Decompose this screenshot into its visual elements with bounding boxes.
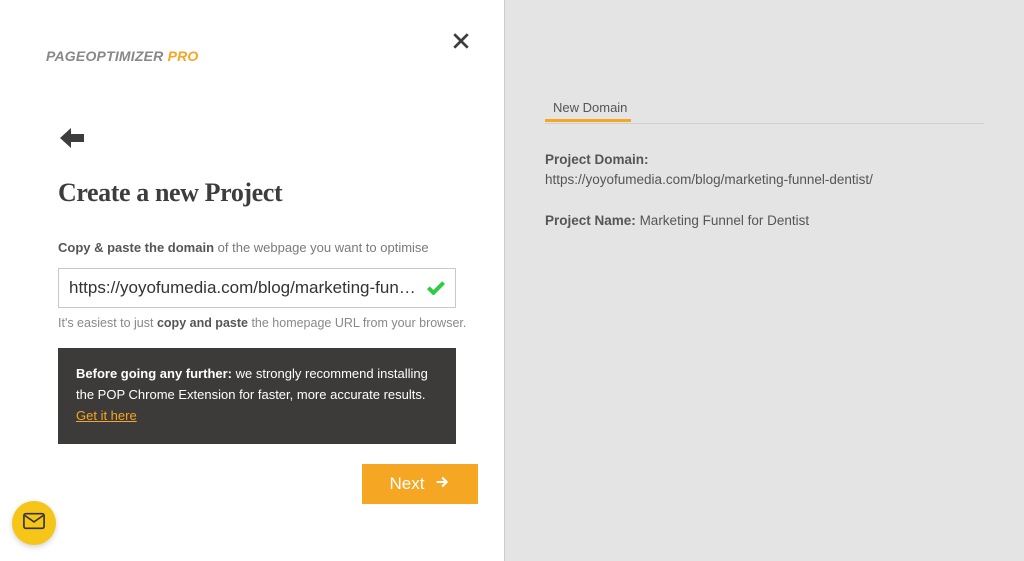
- logo-part3: PRO: [168, 48, 199, 64]
- tab-underline: [545, 119, 631, 122]
- instruction-secondary: It's easiest to just copy and paste the …: [58, 316, 466, 330]
- next-button-label: Next: [390, 474, 425, 494]
- extension-info-box: Before going any further: we strongly re…: [58, 348, 456, 444]
- arrow-right-icon: [434, 474, 450, 495]
- wizard-pane: PAGEOPTIMIZER PRO Create a new Project C…: [0, 0, 504, 561]
- close-button[interactable]: [450, 28, 478, 56]
- get-extension-link[interactable]: Get it here: [76, 408, 137, 423]
- domain-field-wrap: [58, 268, 456, 308]
- info-box-bold: Before going any further:: [76, 366, 232, 381]
- check-icon: [423, 275, 449, 301]
- tab-row: New Domain: [545, 96, 984, 124]
- instruction-primary: Copy & paste the domain of the webpage y…: [58, 240, 429, 255]
- summary-pane: New Domain Project Domain: https://yoyof…: [504, 0, 1024, 561]
- instruction-secondary-pre: It's easiest to just: [58, 316, 157, 330]
- domain-input[interactable]: [59, 278, 423, 298]
- project-name-row: Project Name: Marketing Funnel for Denti…: [545, 213, 984, 228]
- project-name-value: Marketing Funnel for Dentist: [640, 213, 810, 228]
- instruction-secondary-bold: copy and paste: [157, 316, 248, 330]
- project-domain-block: Project Domain: https://yoyofumedia.com/…: [545, 150, 984, 191]
- logo-part2: OPTIMIZER: [85, 48, 167, 64]
- back-button[interactable]: [60, 128, 84, 153]
- tab-label: New Domain: [553, 100, 627, 115]
- project-domain-label: Project Domain:: [545, 150, 984, 170]
- tab-new-domain[interactable]: New Domain: [545, 96, 635, 121]
- next-button[interactable]: Next: [362, 464, 478, 504]
- instruction-primary-bold: Copy & paste the domain: [58, 240, 214, 255]
- summary-inner: New Domain Project Domain: https://yoyof…: [505, 96, 1024, 228]
- app-viewport: New Domain Project Domain: https://yoyof…: [0, 0, 1024, 561]
- instruction-primary-rest: of the webpage you want to optimise: [214, 240, 429, 255]
- project-domain-value: https://yoyofumedia.com/blog/marketing-f…: [545, 170, 984, 190]
- page-title: Create a new Project: [58, 178, 282, 208]
- logo-part1: PAGE: [46, 48, 85, 64]
- support-fab[interactable]: [12, 501, 56, 545]
- project-name-label: Project Name:: [545, 213, 636, 228]
- mail-icon: [23, 512, 45, 535]
- close-icon: [450, 37, 472, 54]
- logo: PAGEOPTIMIZER PRO: [46, 48, 199, 64]
- back-arrow-icon: [60, 135, 84, 152]
- instruction-secondary-post: the homepage URL from your browser.: [248, 316, 466, 330]
